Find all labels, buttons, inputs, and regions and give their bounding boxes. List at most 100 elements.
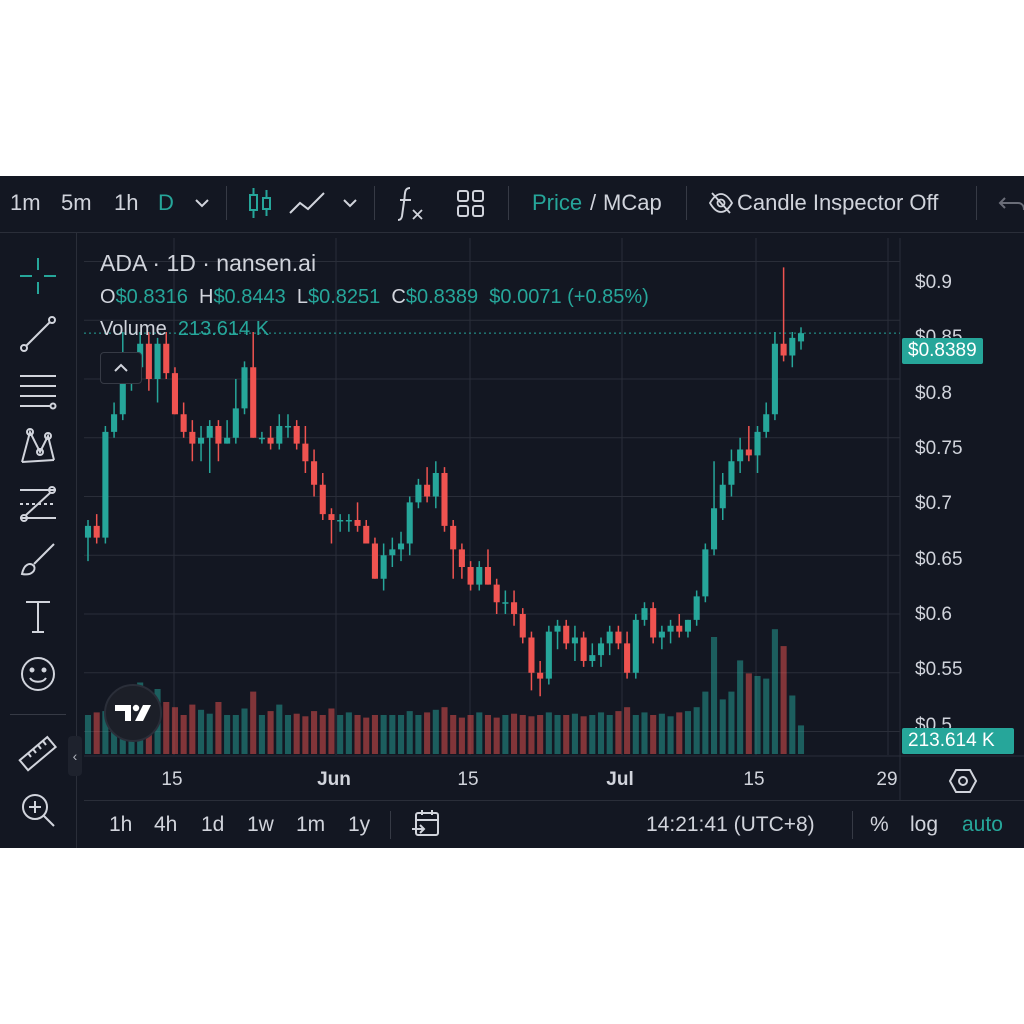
volume-bar (311, 711, 318, 754)
volume-tag: 213.614 K (902, 728, 1014, 754)
volume-bar (754, 676, 761, 754)
candle-body (789, 337, 796, 356)
volume-bar (371, 715, 378, 754)
price-tick: $0.55 (915, 659, 963, 680)
volume-bar (467, 715, 474, 754)
time-tick: 15 (161, 769, 183, 790)
range-1y[interactable]: 1y (348, 801, 370, 848)
candle-body (93, 525, 100, 538)
close-label: C (391, 286, 406, 308)
candle-body (232, 408, 239, 438)
price-tick: $0.9 (915, 272, 952, 293)
volume-bar (711, 637, 718, 754)
volume-bar (737, 660, 744, 754)
candle-body (458, 549, 465, 567)
clock-time[interactable]: 14:21:41 (UTC+8) (646, 801, 815, 848)
candle-body (641, 608, 648, 620)
candle-body (502, 602, 509, 604)
candle-body (241, 367, 248, 409)
candle-body (511, 602, 518, 614)
price-tick: $0.75 (915, 438, 963, 459)
candle-body (684, 619, 692, 632)
candle-body (441, 473, 448, 526)
open-value: $0.8316 (115, 286, 188, 308)
candle-body (528, 637, 535, 673)
range-4h[interactable]: 4h (154, 801, 177, 848)
volume-bar (563, 715, 570, 754)
high-value: $0.8443 (213, 286, 286, 308)
candle-body (571, 637, 578, 644)
volume-bar (476, 712, 483, 754)
candle-body (615, 631, 622, 644)
volume-bar (702, 691, 709, 754)
go-to-date-icon[interactable] (410, 801, 442, 848)
candle-body (432, 473, 439, 497)
candle-body (632, 619, 639, 673)
volume-bar (293, 713, 300, 754)
volume-bar (232, 715, 239, 754)
candle-body (250, 367, 257, 438)
volume-bar (206, 713, 213, 754)
volume-bar (763, 678, 770, 754)
symbol-title: ADA · 1D · nansen.ai (100, 250, 317, 276)
log-toggle[interactable]: log (910, 801, 938, 848)
candle-body (763, 414, 770, 432)
volume-bar (197, 709, 205, 754)
volume-bar (545, 712, 552, 754)
candle-body (624, 643, 631, 673)
auto-toggle[interactable]: auto (962, 801, 1003, 848)
candle-body (293, 426, 300, 444)
candle-body (180, 414, 187, 432)
candle-body (754, 431, 761, 456)
range-1d[interactable]: 1d (201, 801, 224, 848)
last-price-tag: $0.8389 (902, 338, 983, 364)
volume-value: 213.614 K (177, 318, 270, 340)
candle-body (389, 549, 396, 556)
ohlc-legend: O$0.8316 H$0.8443 L$0.8251 C$0.8389 $0.0… (100, 286, 649, 309)
volume-bar (450, 715, 457, 754)
open-label: O (100, 286, 116, 308)
candle-body (467, 567, 474, 585)
range-1m[interactable]: 1m (296, 801, 325, 848)
volume-bar (180, 715, 187, 754)
candle-body (337, 520, 344, 522)
candle-body (693, 596, 700, 620)
candle-body (450, 525, 457, 550)
candle-body (476, 567, 483, 585)
volume-bar (267, 711, 274, 754)
range-1h[interactable]: 1h (109, 801, 132, 848)
candle-body (606, 631, 613, 644)
volume-bar (424, 712, 431, 754)
candle-body (745, 449, 752, 456)
volume-bar (624, 707, 631, 754)
time-tick: 15 (743, 769, 765, 790)
candle-body (197, 437, 205, 444)
volume-bar (502, 715, 509, 754)
price-tick: $0.7 (915, 493, 952, 514)
price-tick: $0.8 (915, 383, 952, 404)
volume-bar (241, 708, 248, 754)
volume-bar (528, 716, 535, 754)
candle-body (102, 431, 109, 538)
volume-bar (224, 715, 231, 754)
candle-body (493, 584, 500, 603)
collapse-legend-button[interactable] (100, 352, 142, 384)
range-1w[interactable]: 1w (247, 801, 274, 848)
volume-bar (641, 712, 648, 754)
high-label: H (198, 286, 214, 308)
tradingview-logo[interactable] (104, 684, 162, 742)
volume-bar (415, 715, 422, 754)
settings-gear-icon[interactable] (948, 766, 978, 796)
candle-body (424, 484, 431, 497)
candle-body (711, 508, 718, 550)
volume-bar (406, 711, 413, 754)
candle-body (658, 631, 665, 638)
volume-bar (302, 716, 309, 754)
volume-bar (250, 691, 257, 754)
candle-body (224, 437, 231, 444)
volume-bar (693, 707, 700, 754)
percent-toggle[interactable]: % (870, 801, 889, 848)
volume-bar (432, 709, 439, 754)
volume-bar (684, 711, 692, 754)
volume-bar (397, 715, 405, 754)
